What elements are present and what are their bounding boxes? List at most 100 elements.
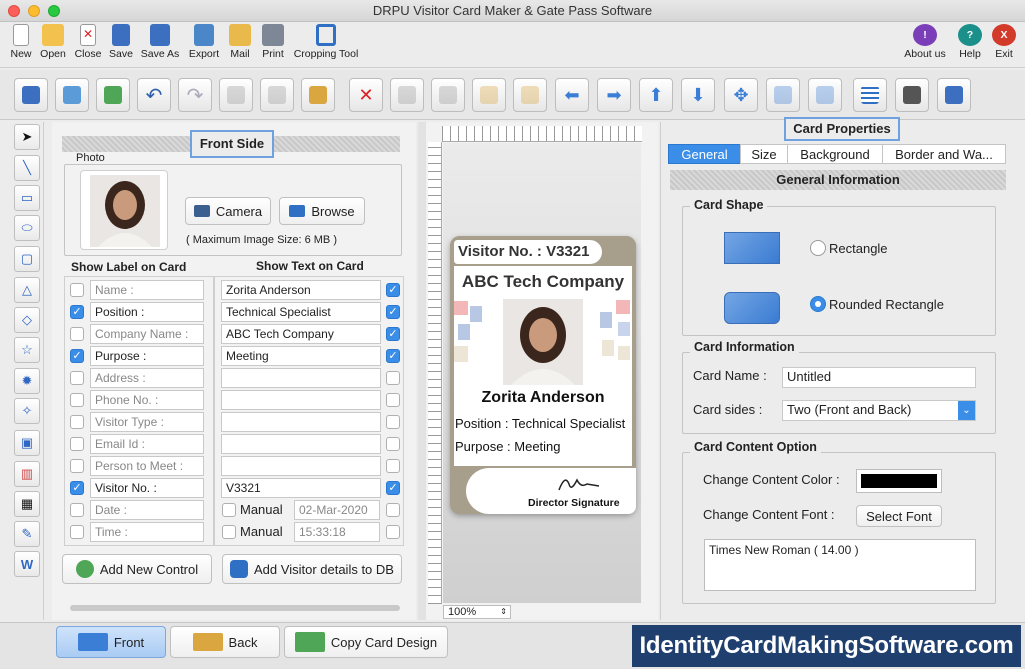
show-text-checkbox[interactable] [386, 393, 400, 407]
field-label[interactable]: Time : [90, 522, 204, 542]
field-text[interactable]: Technical Specialist [221, 302, 381, 322]
field-label[interactable]: Person to Meet : [90, 456, 204, 476]
help-button[interactable]: ? Help [956, 24, 984, 60]
move-left-button[interactable]: ⬅ [555, 78, 589, 112]
move-up-button[interactable]: ⬆ [639, 78, 673, 112]
show-label-checkbox[interactable] [70, 459, 84, 473]
field-text[interactable]: Meeting [221, 346, 381, 366]
photo-frame[interactable] [80, 170, 168, 250]
content-color-well[interactable] [856, 469, 942, 493]
show-label-checkbox[interactable] [70, 393, 84, 407]
field-label[interactable]: Address : [90, 368, 204, 388]
ruler-button[interactable] [895, 78, 929, 112]
rectangle-radio[interactable] [810, 240, 826, 256]
star-tool[interactable]: ☆ [14, 337, 40, 363]
show-label-checkbox[interactable]: ✓ [70, 305, 84, 319]
word-art-tool[interactable]: W [14, 551, 40, 577]
front-button[interactable]: Front [56, 626, 166, 658]
rounded-rect-tool[interactable]: ▢ [14, 246, 40, 272]
arc-tool[interactable]: ✧ [14, 398, 40, 424]
field-text[interactable] [221, 412, 381, 432]
tab-general[interactable]: General [668, 144, 741, 164]
field-label[interactable]: Name : [90, 280, 204, 300]
close-window-button[interactable] [8, 5, 20, 17]
field-label[interactable]: Phone No. : [90, 390, 204, 410]
panel-splitter[interactable] [418, 122, 426, 620]
exit-button[interactable]: X Exit [990, 24, 1018, 60]
rectangle-tool[interactable]: ▭ [14, 185, 40, 211]
card-sides-select[interactable]: Two (Front and Back) ⌄ [782, 400, 976, 421]
card-name-input[interactable]: Untitled [782, 367, 976, 388]
cropping-tool-button[interactable]: Cropping Tool [290, 24, 362, 60]
manual-checkbox[interactable] [222, 503, 236, 517]
show-label-checkbox[interactable] [70, 437, 84, 451]
field-label[interactable]: Company Name : [90, 324, 204, 344]
minimize-window-button[interactable] [28, 5, 40, 17]
mail-button[interactable]: Mail [226, 24, 254, 60]
move-right-button[interactable]: ➡ [597, 78, 631, 112]
show-label-checkbox[interactable]: ✓ [70, 481, 84, 495]
field-text[interactable] [221, 434, 381, 454]
align-horizontal-button[interactable] [808, 78, 842, 112]
align-vertical-button[interactable] [766, 78, 800, 112]
show-text-checkbox[interactable]: ✓ [386, 305, 400, 319]
open-button[interactable]: Open [38, 24, 68, 60]
import-tool-button[interactable] [96, 78, 130, 112]
show-label-checkbox[interactable] [70, 415, 84, 429]
tab-border[interactable]: Border and Wa... [882, 144, 1006, 164]
field-text[interactable]: V3321 [221, 478, 381, 498]
field-label[interactable]: Position : [90, 302, 204, 322]
field-text[interactable] [221, 456, 381, 476]
move-down-button[interactable]: ⬇ [681, 78, 715, 112]
field-label[interactable]: Visitor No. : [90, 478, 204, 498]
grid-button[interactable] [853, 78, 887, 112]
field-label[interactable]: Visitor Type : [90, 412, 204, 432]
undo-button[interactable]: ↶ [137, 78, 171, 112]
barcode-tool[interactable]: ▦ [14, 491, 40, 517]
field-label[interactable]: Date : [90, 500, 204, 520]
camera-button[interactable]: Camera [185, 197, 271, 225]
add-new-control-button[interactable]: Add New Control [62, 554, 212, 584]
show-text-checkbox[interactable] [386, 437, 400, 451]
field-text[interactable]: Zorita Anderson [221, 280, 381, 300]
delete-button[interactable]: ✕ [349, 78, 383, 112]
show-label-checkbox[interactable] [70, 503, 84, 517]
picture-tool[interactable]: ▣ [14, 430, 40, 456]
signature-tool[interactable]: ✎ [14, 521, 40, 547]
show-text-checkbox[interactable] [386, 525, 400, 539]
back-button[interactable]: Back [170, 626, 280, 658]
redo-button[interactable]: ↷ [178, 78, 212, 112]
center-button[interactable]: ✥ [724, 78, 758, 112]
show-text-checkbox[interactable]: ✓ [386, 349, 400, 363]
about-us-button[interactable]: ! About us [902, 24, 948, 60]
show-text-checkbox[interactable] [386, 371, 400, 385]
lock-button[interactable] [472, 78, 506, 112]
properties-tool-button[interactable] [14, 78, 48, 112]
library-tool[interactable]: ▥ [14, 461, 40, 487]
copy-card-design-button[interactable]: Copy Card Design [284, 626, 448, 658]
zoom-select[interactable]: 100% ⇕ [443, 605, 511, 619]
copy-button[interactable] [260, 78, 294, 112]
show-text-checkbox[interactable] [386, 503, 400, 517]
field-text[interactable]: 02-Mar-2020 [294, 500, 380, 520]
field-text[interactable] [221, 368, 381, 388]
line-tool[interactable]: ╲ [14, 155, 40, 181]
print-button[interactable]: Print [258, 24, 288, 60]
show-label-checkbox[interactable] [70, 327, 84, 341]
zoom-button[interactable] [937, 78, 971, 112]
bring-front-button[interactable] [390, 78, 424, 112]
save-button[interactable]: Save [106, 24, 136, 60]
export-button[interactable]: Export [186, 24, 222, 60]
save-as-button[interactable]: Save As [138, 24, 182, 60]
image-tool-button[interactable] [55, 78, 89, 112]
show-label-checkbox[interactable] [70, 283, 84, 297]
burst-tool[interactable]: ✹ [14, 368, 40, 394]
show-text-checkbox[interactable]: ✓ [386, 481, 400, 495]
field-label[interactable]: Purpose : [90, 346, 204, 366]
field-label[interactable]: Email Id : [90, 434, 204, 454]
select-font-button[interactable]: Select Font [856, 505, 942, 527]
show-text-checkbox[interactable] [386, 415, 400, 429]
close-button[interactable]: ✕ Close [72, 24, 104, 60]
show-label-checkbox[interactable] [70, 525, 84, 539]
field-text[interactable]: ABC Tech Company [221, 324, 381, 344]
